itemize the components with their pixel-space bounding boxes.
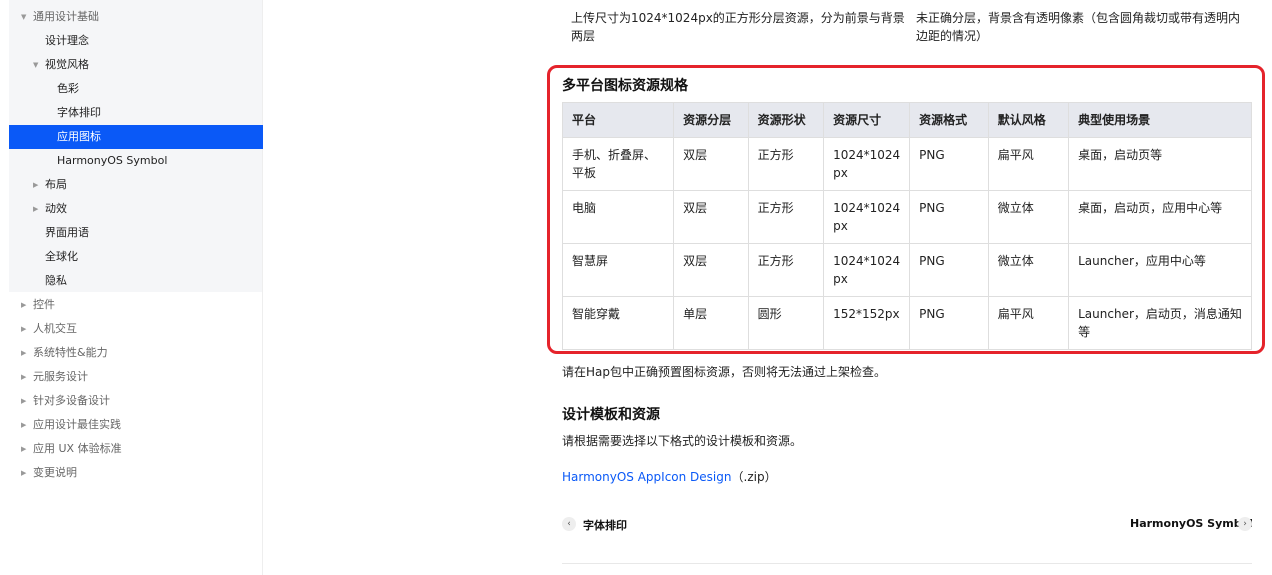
table-row: 电脑 双层 正方形 1024*1024 px PNG 微立体 桌面，启动页，应用中…	[561, 190, 1252, 244]
cell-text: 手机、折叠屏、	[572, 148, 657, 162]
table-cell: 双层	[673, 243, 749, 297]
table-cell: 152*152px	[823, 296, 911, 350]
prev-page-icon[interactable]: ‹	[562, 517, 576, 531]
table-cell: 1024*1024 px	[823, 190, 911, 244]
next-page-icon[interactable]: ›	[1238, 517, 1252, 531]
cell-text: 智慧屏	[572, 254, 609, 268]
top-row-left-text-line2: 两层	[571, 29, 596, 43]
table-cell: 手机、折叠屏、 平板	[561, 137, 675, 191]
table-cell: 扁平风	[987, 296, 1070, 350]
table-cell: 智能穿戴	[561, 296, 675, 350]
prev-page-link[interactable]: 字体排印	[583, 517, 627, 533]
cell-text: 1024*1024	[833, 148, 901, 162]
table-cell: 双层	[673, 190, 749, 244]
file-extension-label: （.zip）	[731, 470, 777, 484]
table-cell: 扁平风	[987, 137, 1070, 191]
cell-text: px	[833, 272, 848, 286]
table-cell: PNG	[909, 296, 989, 350]
cell-text: Launcher，应用中心等	[1078, 254, 1206, 268]
table-cell: 单层	[673, 296, 749, 350]
table-header-cell: 典型使用场景	[1068, 102, 1252, 138]
cell-text: 1024*1024	[833, 201, 901, 215]
table-header-cell: 默认风格	[987, 102, 1070, 138]
upload-note: 请在Hap包中正确预置图标资源，否则将无法通过上架检查。	[562, 365, 886, 379]
content-footer-divider	[562, 563, 1252, 564]
table-cell: 智慧屏	[561, 243, 675, 297]
section-title-templates: 设计模板和资源	[562, 407, 660, 423]
templates-description: 请根据需要选择以下格式的设计模板和资源。	[562, 434, 803, 448]
main-content: 上传尺寸为1024*1024px的正方形分层资源，分为前景与背景 两层 未正确分…	[0, 0, 1272, 575]
table-row: 智能穿戴 单层 圆形 152*152px PNG 扁平风 Launcher，启动…	[561, 296, 1252, 350]
cell-text: Launcher，启动页，消息通知	[1078, 307, 1242, 321]
cell-text: 桌面，启动页，应用中心等	[1078, 201, 1223, 215]
cell-text: 电脑	[572, 201, 597, 215]
cell-text: 平板	[572, 166, 597, 180]
table-cell: 1024*1024 px	[823, 243, 911, 297]
table-cell: Launcher，应用中心等	[1068, 243, 1252, 297]
table-header-row: 平台 资源分层 资源形状 资源尺寸 资源格式 默认风格 典型使用场景	[561, 102, 1252, 138]
cell-text: 152*152px	[833, 307, 900, 321]
table-cell: 电脑	[561, 190, 675, 244]
cell-text: 1024*1024	[833, 254, 901, 268]
table-cell: Launcher，启动页，消息通知等	[1068, 296, 1252, 350]
table-cell: PNG	[909, 243, 989, 297]
table-cell: 1024*1024 px	[823, 137, 911, 191]
table-header-cell: 资源形状	[747, 102, 825, 138]
top-row-right-text-line2: 边距的情况）	[916, 29, 989, 43]
table-row: 智慧屏 双层 正方形 1024*1024 px PNG 微立体 Launcher，…	[561, 243, 1252, 297]
platform-spec-table: 平台 资源分层 资源形状 资源尺寸 资源格式 默认风格 典型使用场景 手机、折叠…	[561, 102, 1252, 350]
next-page-link[interactable]: HarmonyOS Symbol	[1130, 517, 1253, 530]
table-cell: 圆形	[747, 296, 825, 350]
table-cell: 微立体	[987, 190, 1070, 244]
table-header-cell: 平台	[561, 102, 675, 138]
top-row-right-text: 未正确分层，背景含有透明像素（包含圆角裁切或带有透明内	[916, 11, 1241, 25]
table-cell: 正方形	[747, 243, 825, 297]
table-header-cell: 资源分层	[673, 102, 749, 138]
section-title-platform-specs: 多平台图标资源规格	[562, 78, 688, 94]
link-text[interactable]: HarmonyOS AppIcon Design	[562, 470, 732, 484]
table-header-cell: 资源格式	[909, 102, 989, 138]
top-row-left-text: 上传尺寸为1024*1024px的正方形分层资源，分为前景与背景	[571, 11, 905, 25]
table-cell: 微立体	[987, 243, 1070, 297]
table-cell: 双层	[673, 137, 749, 191]
table-cell: PNG	[909, 137, 989, 191]
cell-text: 桌面，启动页等	[1078, 148, 1163, 162]
table-cell: 正方形	[747, 190, 825, 244]
cell-text: px	[833, 219, 848, 233]
table-row: 手机、折叠屏、 平板 双层 正方形 1024*1024 px PNG 扁平风 桌面，…	[561, 137, 1252, 191]
cell-text: 等	[1078, 325, 1091, 339]
cell-text: px	[833, 166, 848, 180]
table-cell: 正方形	[747, 137, 825, 191]
table-cell: 桌面，启动页等	[1068, 137, 1252, 191]
cell-text: 智能穿戴	[572, 307, 621, 321]
table-header-cell: 资源尺寸	[823, 102, 911, 138]
table-cell: 桌面，启动页，应用中心等	[1068, 190, 1252, 244]
table-cell: PNG	[909, 190, 989, 244]
appicon-design-download-link[interactable]: HarmonyOS AppIcon Design（.zip）	[562, 468, 777, 486]
